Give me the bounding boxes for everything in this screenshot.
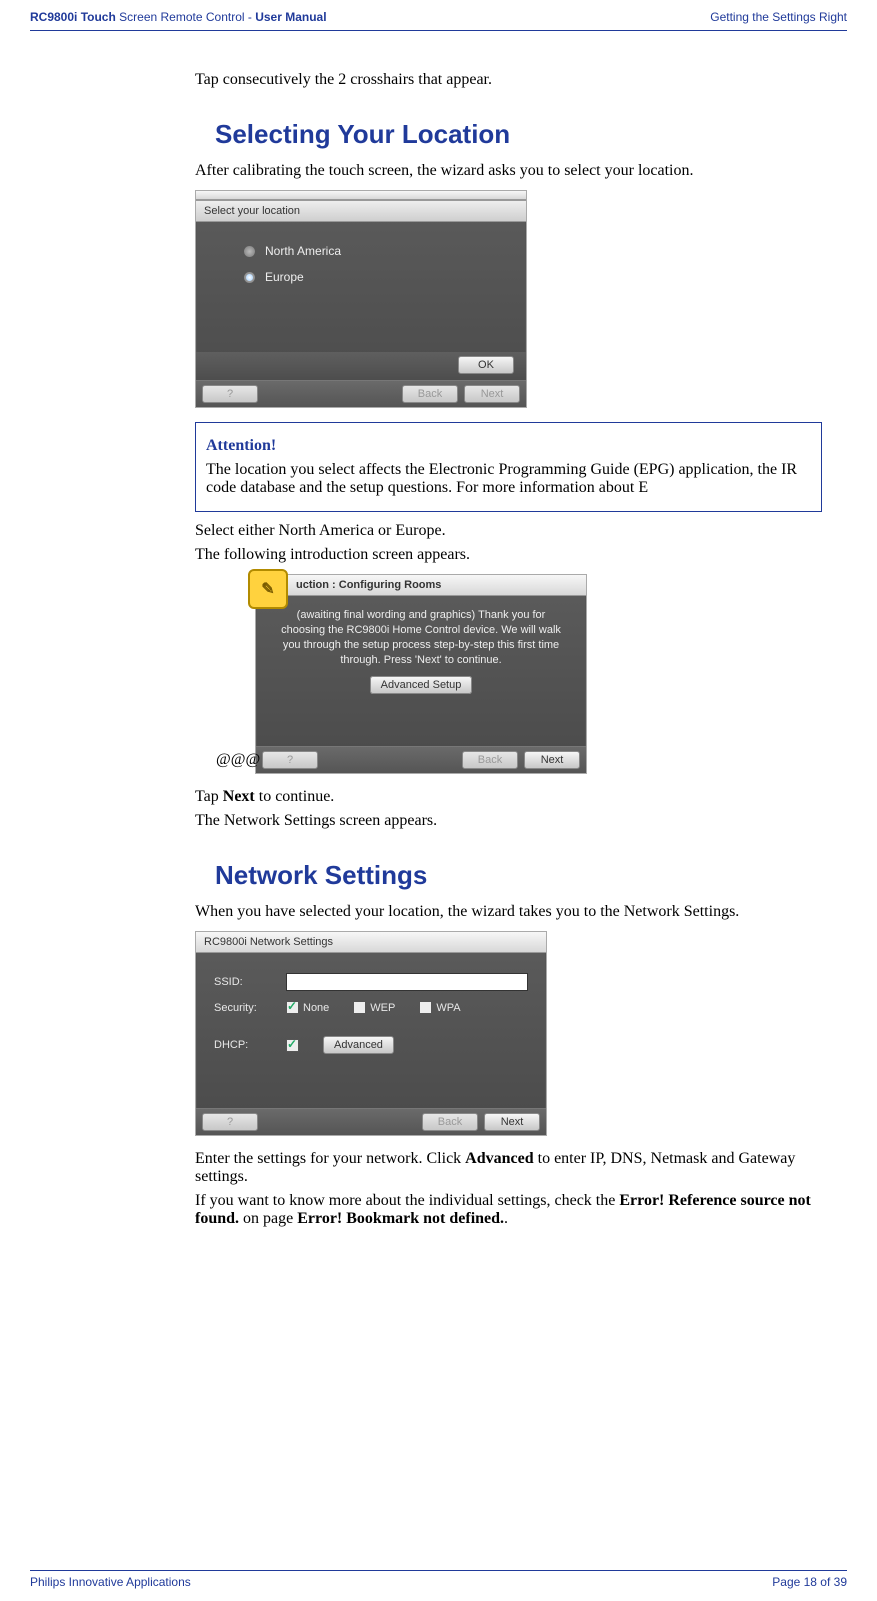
attention-title: Attention!: [206, 437, 811, 455]
tap-next-pre: Tap: [195, 788, 223, 805]
network-intro: When you have selected your location, th…: [195, 903, 822, 921]
select-step: Select either North America or Europe.: [195, 522, 822, 540]
security-wpa-label: WPA: [436, 1002, 460, 1014]
page-footer: Philips Innovative Applications Page 18 …: [30, 1570, 847, 1589]
next-button[interactable]: Next: [464, 385, 520, 403]
heading-selecting-location: Selecting Your Location: [215, 119, 822, 150]
back-button[interactable]: Back: [462, 751, 518, 769]
radio-label-eu: Europe: [265, 270, 304, 284]
help-button[interactable]: ?: [202, 1113, 258, 1131]
security-none[interactable]: None: [286, 1001, 329, 1014]
ss3-titlebar: RC9800i Network Settings: [196, 932, 546, 953]
footer-left: Philips Innovative Applications: [30, 1575, 191, 1589]
help-button[interactable]: ?: [262, 751, 318, 769]
tap-next-result: The Network Settings screen appears.: [195, 812, 822, 830]
heading-network-settings: Network Settings: [215, 860, 822, 891]
location-intro: After calibrating the touch screen, the …: [195, 162, 822, 180]
security-wep-label: WEP: [370, 1002, 395, 1014]
net-more-mid: on page: [239, 1210, 297, 1227]
radio-icon: [244, 246, 255, 257]
page-header: RC9800i Touch Screen Remote Control - Us…: [30, 10, 847, 31]
security-wep[interactable]: WEP: [353, 1001, 395, 1014]
radio-icon-selected: [244, 272, 255, 283]
network-more: If you want to know more about the indiv…: [195, 1192, 822, 1228]
help-button[interactable]: ?: [202, 385, 258, 403]
security-label: Security:: [214, 1002, 274, 1014]
radio-europe[interactable]: Europe: [244, 270, 508, 284]
net-more-pre: If you want to know more about the indiv…: [195, 1192, 619, 1209]
attention-box: Attention! The location you select affec…: [195, 422, 822, 512]
product-mid: Screen Remote Control -: [116, 10, 255, 24]
net-more-end: .: [504, 1210, 508, 1227]
checkbox-icon: [353, 1001, 366, 1014]
dhcp-label: DHCP:: [214, 1039, 274, 1051]
net-step-bold: Advanced: [465, 1150, 533, 1167]
screenshot-network-settings: RC9800i Network Settings SSID: Security:…: [195, 931, 547, 1136]
checkbox-icon: [419, 1001, 432, 1014]
note-icon: ✎: [248, 569, 288, 609]
advanced-setup-button[interactable]: Advanced Setup: [370, 676, 473, 694]
tap-next-step: Tap Next to continue.: [195, 788, 822, 806]
radio-label-na: North America: [265, 244, 341, 258]
ssid-label: SSID:: [214, 976, 274, 988]
security-none-label: None: [303, 1002, 329, 1014]
at-prefix: @@@: [216, 751, 260, 769]
back-button[interactable]: Back: [402, 385, 458, 403]
checkbox-icon: [286, 1001, 299, 1014]
ss2-titlebar: ✎ uction : Configuring Rooms: [256, 575, 586, 596]
ss1-subtitle: Select your location: [196, 200, 526, 222]
next-button[interactable]: Next: [524, 751, 580, 769]
tap-next-post: to continue.: [255, 788, 335, 805]
ss2-title-text: uction : Configuring Rooms: [296, 579, 441, 591]
ok-button[interactable]: OK: [458, 356, 514, 374]
advanced-button[interactable]: Advanced: [323, 1036, 394, 1054]
header-section: Getting the Settings Right: [710, 10, 847, 24]
attention-text: The location you select affects the Elec…: [206, 461, 811, 497]
product-name-1: RC9800i Touch: [30, 10, 116, 24]
network-step: Enter the settings for your network. Cli…: [195, 1150, 822, 1186]
select-result: The following introduction screen appear…: [195, 546, 822, 564]
tap-next-bold: Next: [223, 788, 255, 805]
net-step-pre: Enter the settings for your network. Cli…: [195, 1150, 465, 1167]
next-button[interactable]: Next: [484, 1113, 540, 1131]
screenshot-select-location: Select your location North America Europ…: [195, 190, 527, 408]
dhcp-checkbox[interactable]: [286, 1039, 299, 1052]
net-more-err2: Error! Bookmark not defined.: [297, 1210, 504, 1227]
header-left: RC9800i Touch Screen Remote Control - Us…: [30, 10, 327, 24]
crosshairs-instruction: Tap consecutively the 2 crosshairs that …: [195, 71, 822, 89]
product-name-2: User Manual: [255, 10, 326, 24]
ss2-body-text: (awaiting final wording and graphics) Th…: [274, 606, 568, 673]
ssid-input[interactable]: [286, 973, 528, 991]
screenshot-intro-rooms: @@@ ✎ uction : Configuring Rooms (awaiti…: [255, 574, 587, 774]
ss1-titlebar: [196, 191, 526, 200]
security-wpa[interactable]: WPA: [419, 1001, 460, 1014]
radio-north-america[interactable]: North America: [244, 244, 508, 258]
back-button[interactable]: Back: [422, 1113, 478, 1131]
footer-right: Page 18 of 39: [772, 1575, 847, 1589]
